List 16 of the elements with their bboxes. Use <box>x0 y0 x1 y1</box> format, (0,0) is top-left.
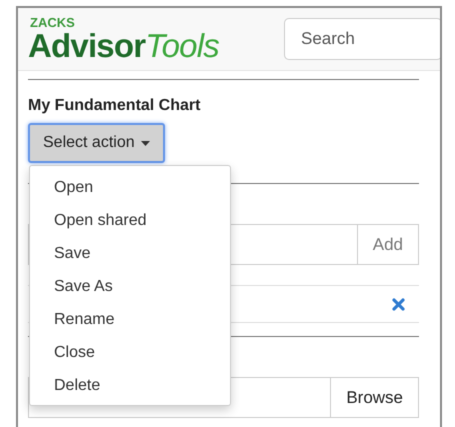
select-action-button[interactable]: Select action <box>28 123 165 163</box>
menu-item[interactable]: Rename <box>30 303 230 336</box>
menu-item[interactable]: Delete <box>30 369 230 402</box>
search-field[interactable]: Search <box>284 18 440 60</box>
menu-item[interactable]: Open <box>30 171 230 204</box>
add-button[interactable]: Add <box>356 224 419 265</box>
menu-item[interactable]: Open shared <box>30 204 230 237</box>
caret-icon <box>140 140 150 146</box>
panel-title: My Fundamental Chart <box>28 97 202 115</box>
remove-icon[interactable] <box>392 298 405 310</box>
menu-item[interactable]: Close <box>30 336 230 369</box>
browse-button[interactable]: Browse <box>330 377 419 418</box>
menu-item[interactable]: Save As <box>30 270 230 303</box>
logo-wordmark: AdvisorTools <box>28 29 219 62</box>
logo-brand: ZACKS <box>30 16 76 29</box>
menu-item[interactable]: Save <box>30 237 230 270</box>
